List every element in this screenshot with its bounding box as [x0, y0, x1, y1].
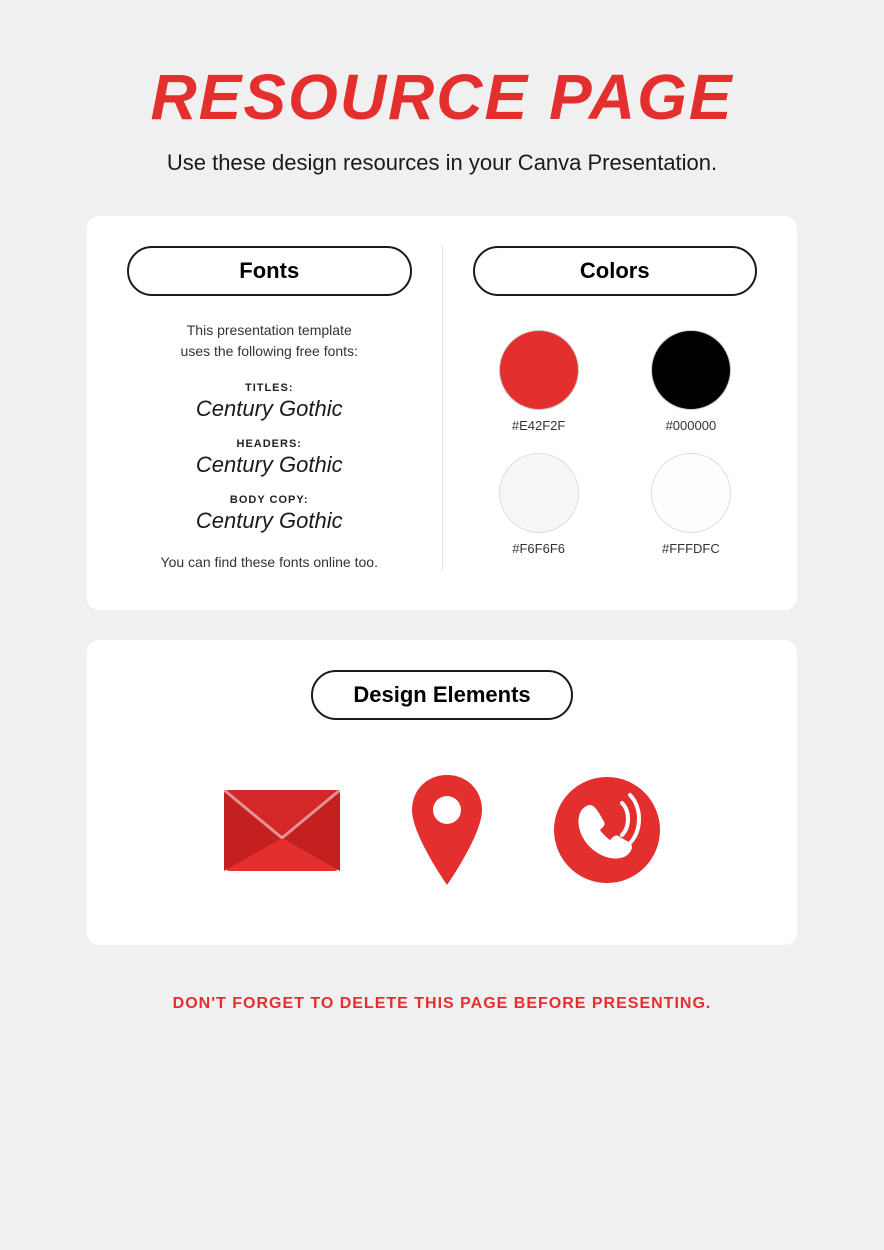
font-entry-headers: HEADERS: Century Gothic: [127, 438, 412, 478]
font-entry-titles: TITLES: Century Gothic: [127, 382, 412, 422]
footer-note: DON'T FORGET TO DELETE THIS PAGE BEFORE …: [173, 995, 712, 1013]
page-title: RESOURCE PAGE: [150, 60, 733, 134]
email-icon-container: [222, 788, 342, 878]
location-icon: [402, 770, 492, 890]
color-hex-offwhite: #FFFDFC: [662, 541, 720, 556]
page-container: RESOURCE PAGE Use these design resources…: [0, 0, 884, 1250]
colors-column: Colors #E42F2F #000000 #F: [443, 246, 758, 570]
color-swatch-red: [499, 330, 579, 410]
fonts-column: Fonts This presentation template uses th…: [127, 246, 443, 570]
color-hex-red: #E42F2F: [512, 418, 565, 433]
color-item-red: #E42F2F: [499, 330, 579, 433]
email-icon: [222, 788, 342, 873]
color-hex-black: #000000: [666, 418, 717, 433]
font-entry-body: BODY COPY: Century Gothic: [127, 494, 412, 534]
design-elements-header: Design Elements: [311, 670, 572, 720]
color-hex-lightgray: #F6F6F6: [512, 541, 565, 556]
fonts-description: This presentation template uses the foll…: [127, 320, 412, 362]
phone-icon-container: [552, 775, 662, 890]
colors-header: Colors: [473, 246, 758, 296]
color-item-offwhite: #FFFDFC: [651, 453, 731, 556]
color-item-black: #000000: [651, 330, 731, 433]
design-elements-card: Design Elements: [87, 640, 797, 945]
color-swatch-offwhite: [651, 453, 731, 533]
fonts-colors-card: Fonts This presentation template uses th…: [87, 216, 797, 610]
color-swatch-black: [651, 330, 731, 410]
color-swatch-lightgray: [499, 453, 579, 533]
fonts-header: Fonts: [127, 246, 412, 296]
location-icon-container: [402, 770, 492, 895]
color-item-lightgray: #F6F6F6: [499, 453, 579, 556]
colors-grid: #E42F2F #000000 #F6F6F6: [473, 330, 758, 556]
phone-icon: [552, 775, 662, 885]
two-col-layout: Fonts This presentation template uses th…: [127, 246, 757, 570]
fonts-footer: You can find these fonts online too.: [127, 554, 412, 570]
page-subtitle: Use these design resources in your Canva…: [167, 150, 717, 176]
icons-row: [127, 770, 757, 895]
